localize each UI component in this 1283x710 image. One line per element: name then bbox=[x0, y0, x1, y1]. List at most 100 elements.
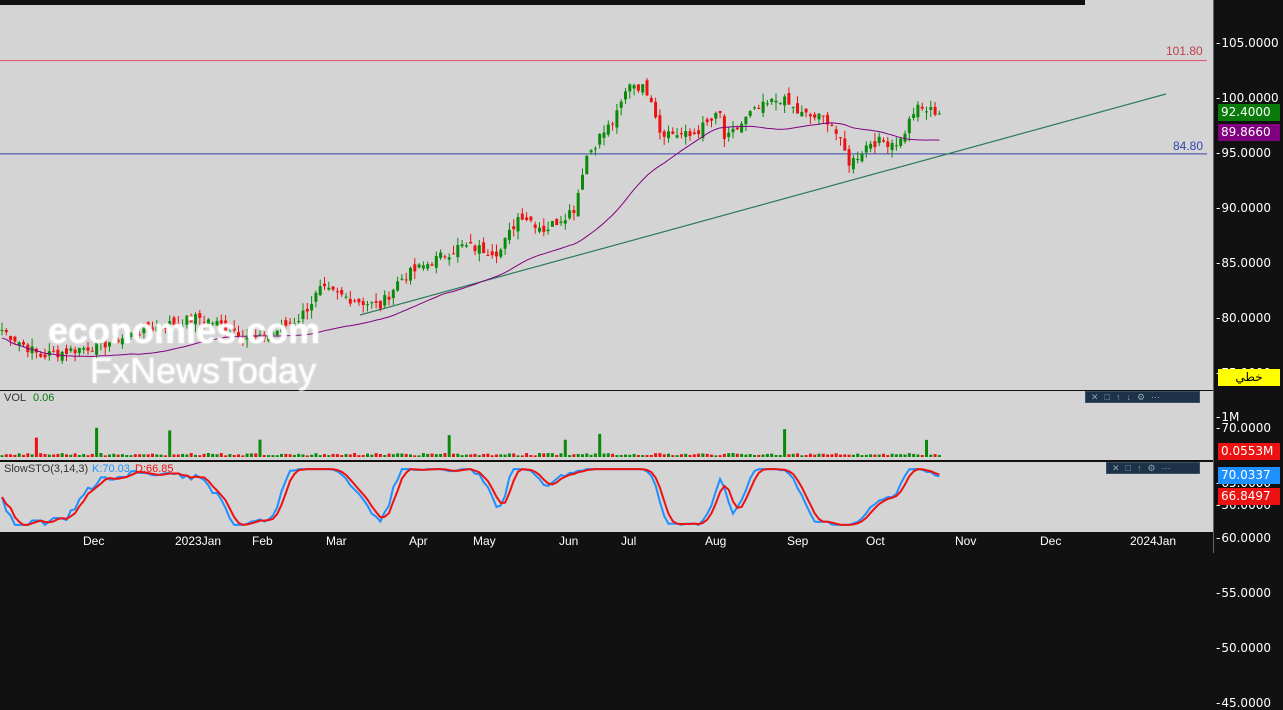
volume-bar bbox=[593, 453, 597, 457]
drawing-badge[interactable]: خطي bbox=[1218, 369, 1280, 386]
volume-bar bbox=[585, 453, 589, 457]
candle-body bbox=[864, 145, 868, 153]
volume-bar bbox=[611, 453, 615, 457]
volume-bar bbox=[821, 453, 825, 457]
candle-body bbox=[899, 138, 903, 146]
candle-body bbox=[821, 115, 825, 117]
volume-bar bbox=[430, 453, 434, 457]
candle-body bbox=[404, 279, 408, 281]
volume-bar bbox=[267, 455, 271, 457]
candle-body bbox=[654, 101, 658, 118]
candle-body bbox=[581, 174, 584, 190]
volume-bar bbox=[778, 455, 782, 457]
volume-bar bbox=[925, 439, 928, 457]
volume-bar bbox=[529, 455, 533, 457]
candle-body bbox=[533, 224, 537, 228]
watermark-fxnewstoday: FxNewsToday bbox=[90, 350, 317, 391]
volume-bar bbox=[641, 455, 645, 457]
volume-bar bbox=[340, 455, 344, 457]
candle-body bbox=[611, 123, 615, 125]
volume-bar bbox=[933, 454, 937, 457]
price-tick: 55.0000 bbox=[1216, 586, 1271, 600]
volume-bar bbox=[133, 454, 137, 457]
candle-body bbox=[757, 107, 761, 110]
volume-bar bbox=[125, 455, 129, 457]
volume-bar bbox=[903, 454, 907, 457]
candle-body bbox=[718, 111, 722, 113]
volume-bar bbox=[138, 454, 142, 457]
volume-bar bbox=[417, 455, 421, 457]
candle-body bbox=[348, 298, 352, 304]
volume-bar bbox=[727, 453, 731, 457]
candle-body bbox=[60, 351, 64, 361]
volume-bar bbox=[697, 453, 701, 457]
candle-body bbox=[731, 128, 735, 133]
volume-bar bbox=[129, 455, 133, 457]
candle-body bbox=[796, 103, 799, 114]
stochastic-k: K:70.03 bbox=[92, 463, 130, 475]
candle-body bbox=[937, 113, 941, 115]
time-tick: Oct bbox=[866, 534, 885, 548]
candle-body bbox=[563, 220, 567, 224]
volume-bar bbox=[654, 453, 658, 457]
candle-body bbox=[847, 149, 851, 166]
candle-body bbox=[753, 107, 756, 109]
time-tick: May bbox=[473, 534, 496, 548]
time-tick: 2024Jan bbox=[1130, 534, 1177, 548]
volume-bar bbox=[396, 453, 400, 457]
candle-body bbox=[800, 111, 804, 117]
volume-bar bbox=[464, 454, 468, 457]
volume-bar bbox=[310, 454, 314, 457]
volume-bar bbox=[172, 454, 176, 457]
candle-body bbox=[426, 264, 430, 269]
volume-bar bbox=[452, 453, 455, 457]
candle-body bbox=[688, 131, 692, 137]
candle-body bbox=[628, 84, 632, 92]
volume-bar bbox=[765, 453, 769, 457]
candle-body bbox=[400, 278, 404, 280]
volume-bar bbox=[168, 430, 172, 457]
volume-bar bbox=[370, 454, 374, 457]
candle-body bbox=[684, 131, 688, 137]
candle-body bbox=[486, 254, 490, 256]
volume-bar bbox=[181, 453, 185, 457]
volume-bar bbox=[211, 453, 215, 457]
volume-bar bbox=[886, 455, 890, 457]
candle-body bbox=[907, 118, 911, 134]
volume-bar bbox=[783, 429, 787, 457]
candle-body bbox=[765, 103, 769, 105]
volume-bar bbox=[219, 453, 223, 457]
ma-value-tag: 89.8660 bbox=[1218, 124, 1280, 141]
candle-body bbox=[662, 131, 666, 137]
volume-bar bbox=[907, 453, 911, 457]
volume-bar bbox=[495, 454, 498, 457]
volume-bar bbox=[873, 454, 877, 457]
candle-body bbox=[434, 255, 438, 268]
candle-body bbox=[335, 291, 339, 293]
candle-body bbox=[495, 251, 498, 257]
candle-body bbox=[593, 148, 597, 150]
volume-bar bbox=[297, 453, 301, 457]
candle-body bbox=[344, 296, 348, 298]
volume-bar bbox=[632, 453, 636, 457]
volume-bar bbox=[671, 455, 675, 457]
stochastic-pane-toolbar[interactable]: ✕□↑⚙⋯ bbox=[1106, 462, 1200, 474]
time-tick: Jul bbox=[621, 534, 637, 548]
volume-bar bbox=[30, 454, 34, 457]
volume-pane-toolbar[interactable]: ✕□↑↓⚙⋯ bbox=[1085, 391, 1200, 403]
candle-body bbox=[520, 213, 524, 220]
volume-bar bbox=[817, 453, 821, 457]
candle-body bbox=[413, 264, 417, 272]
volume-bar bbox=[314, 453, 318, 457]
volume-bar bbox=[847, 454, 851, 457]
candle-body bbox=[525, 217, 529, 220]
candle-body bbox=[920, 106, 924, 109]
volume-bar bbox=[796, 453, 799, 457]
volume-bar bbox=[155, 454, 159, 457]
time-tick: Dec bbox=[1040, 534, 1062, 548]
volume-bar bbox=[318, 455, 322, 457]
volume-bar bbox=[39, 453, 43, 457]
volume-bar bbox=[538, 453, 541, 457]
volume-bar bbox=[860, 455, 864, 457]
candle-body bbox=[843, 138, 847, 151]
